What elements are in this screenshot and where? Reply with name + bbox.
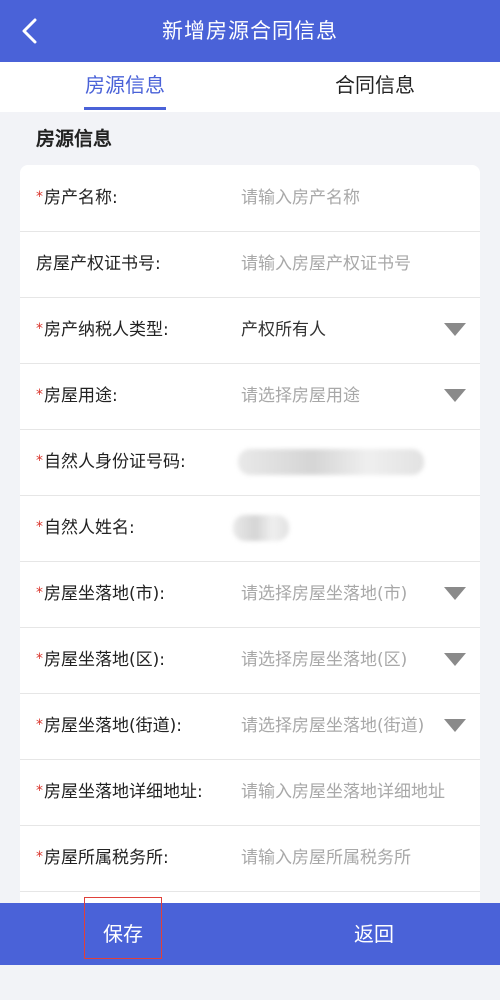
bottom-safe-area [0, 965, 500, 1000]
required-mark: * [36, 717, 43, 733]
id-number-value-obscured[interactable] [238, 449, 424, 475]
property-form: *房产名称: 请输入房产名称 房屋产权证书号: 请输入房屋产权证书号 *房产纳税… [20, 165, 480, 925]
field-label: *房屋坐落地详细地址: [36, 782, 203, 802]
required-mark: * [36, 651, 43, 667]
location-address-input[interactable]: 请输入房屋坐落地详细地址 [241, 759, 445, 825]
required-mark: * [36, 453, 43, 469]
field-label: *房屋坐落地(区): [36, 650, 165, 670]
field-location-street[interactable]: *房屋坐落地(街道): 请选择房屋坐落地(街道) [20, 693, 480, 760]
tab-property-info[interactable]: 房源信息 [0, 62, 250, 112]
required-mark: * [36, 321, 43, 337]
back-bottom-button[interactable]: 返回 [334, 903, 414, 965]
person-name-value-obscured[interactable] [233, 515, 289, 541]
tab-contract-info[interactable]: 合同信息 [250, 62, 500, 112]
location-street-select[interactable]: 请选择房屋坐落地(街道) [241, 693, 424, 759]
field-label: *自然人姓名: [36, 518, 135, 538]
dropdown-caret-icon[interactable] [444, 587, 466, 600]
field-label: *房产名称: [36, 188, 118, 208]
field-location-address[interactable]: *房屋坐落地详细地址: 请输入房屋坐落地详细地址 [20, 759, 480, 826]
app-header: 新增房源合同信息 [0, 0, 500, 62]
property-name-input[interactable]: 请输入房产名称 [241, 165, 360, 231]
field-id-number[interactable]: *自然人身份证号码: [20, 429, 480, 496]
property-usage-select[interactable]: 请选择房屋用途 [241, 363, 360, 429]
taxpayer-type-select[interactable]: 产权所有人 [241, 297, 326, 363]
field-property-certificate[interactable]: 房屋产权证书号: 请输入房屋产权证书号 [20, 231, 480, 298]
field-property-usage[interactable]: *房屋用途: 请选择房屋用途 [20, 363, 480, 430]
field-label: 房屋产权证书号: [36, 254, 161, 274]
field-label: *自然人身份证号码: [36, 452, 186, 472]
tax-office-input[interactable]: 请输入房屋所属税务所 [241, 825, 411, 891]
required-mark: * [36, 585, 43, 601]
field-property-name[interactable]: *房产名称: 请输入房产名称 [20, 165, 480, 232]
field-label: *房屋坐落地(街道): [36, 716, 182, 736]
dropdown-caret-icon[interactable] [444, 719, 466, 732]
dropdown-caret-icon[interactable] [444, 389, 466, 402]
field-tax-office[interactable]: *房屋所属税务所: 请输入房屋所属税务所 [20, 825, 480, 892]
required-mark: * [36, 189, 43, 205]
field-label: *房屋坐落地(市): [36, 584, 165, 604]
required-mark: * [36, 387, 43, 403]
dropdown-caret-icon[interactable] [444, 653, 466, 666]
field-label: *房屋所属税务所: [36, 848, 169, 868]
dropdown-caret-icon[interactable] [444, 323, 466, 336]
required-mark: * [36, 783, 43, 799]
tab-bar: 房源信息 合同信息 [0, 62, 500, 112]
footer-bar: 保存 返回 [0, 897, 500, 965]
required-mark: * [36, 519, 43, 535]
field-taxpayer-type[interactable]: *房产纳税人类型: 产权所有人 [20, 297, 480, 364]
save-button[interactable]: 保存 [84, 903, 162, 965]
page-title: 新增房源合同信息 [162, 19, 338, 43]
location-city-select[interactable]: 请选择房屋坐落地(市) [241, 561, 407, 627]
location-district-select[interactable]: 请选择房屋坐落地(区) [241, 627, 407, 693]
active-tab-indicator [84, 107, 166, 110]
property-certificate-input[interactable]: 请输入房屋产权证书号 [241, 231, 411, 297]
field-label: *房屋用途: [36, 386, 118, 406]
required-mark: * [36, 849, 43, 865]
field-person-name[interactable]: *自然人姓名: [20, 495, 480, 562]
field-label: *房产纳税人类型: [36, 320, 169, 340]
field-location-district[interactable]: *房屋坐落地(区): 请选择房屋坐落地(区) [20, 627, 480, 694]
field-location-city[interactable]: *房屋坐落地(市): 请选择房屋坐落地(市) [20, 561, 480, 628]
section-title: 房源信息 [36, 128, 113, 150]
